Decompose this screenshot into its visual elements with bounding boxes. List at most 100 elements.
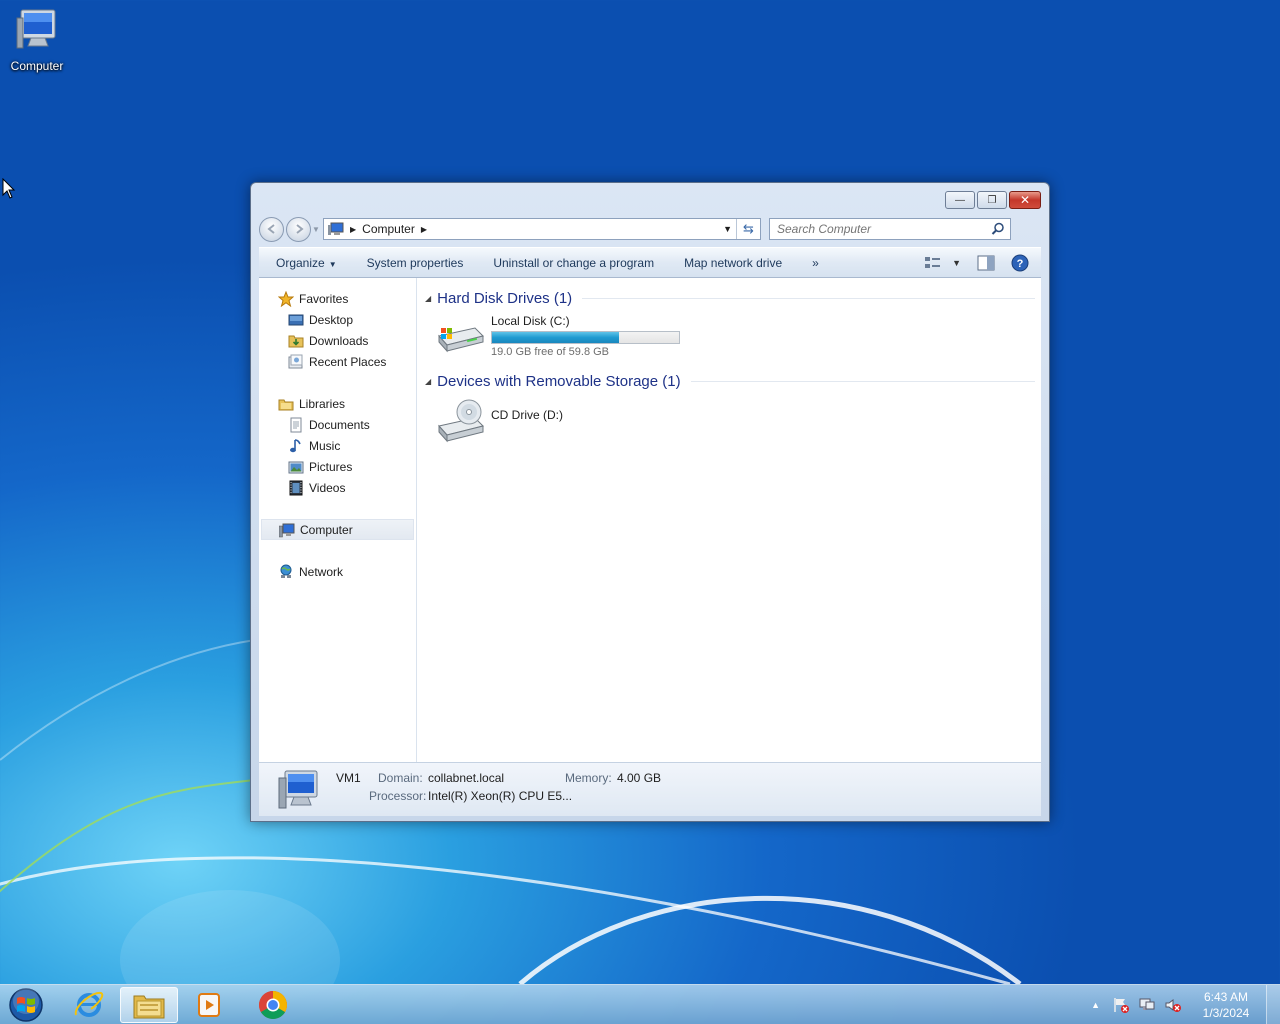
refresh-button[interactable]: ⇆ bbox=[736, 219, 760, 239]
system-tray: ▲ 6:43 AM 1/3/2024 bbox=[1091, 985, 1280, 1024]
nav-computer-label: Computer bbox=[300, 522, 353, 537]
maximize-button[interactable]: ❐ bbox=[977, 191, 1007, 209]
preview-pane-icon[interactable] bbox=[977, 255, 995, 271]
search-box[interactable] bbox=[769, 218, 1011, 240]
nav-network-label: Network bbox=[299, 564, 344, 579]
videos-icon bbox=[288, 480, 304, 496]
content-pane: ◢ Hard Disk Drives (1) Local Disk (C:) 1… bbox=[417, 278, 1041, 762]
nav-videos-label: Videos bbox=[309, 480, 346, 495]
window-body: Favorites Desktop Downloads Recent Place… bbox=[259, 278, 1041, 762]
downloads-folder-icon bbox=[288, 333, 304, 349]
memory-label: Memory: bbox=[565, 771, 612, 785]
nav-libraries[interactable]: Libraries bbox=[259, 393, 416, 414]
nav-pictures-label: Pictures bbox=[309, 459, 353, 474]
libraries-icon bbox=[278, 396, 294, 412]
back-arrow-icon bbox=[266, 224, 275, 234]
network-icon bbox=[278, 564, 294, 580]
drive-name: CD Drive (D:) bbox=[491, 408, 563, 422]
navigation-pane: Favorites Desktop Downloads Recent Place… bbox=[259, 278, 417, 762]
network-status-icon[interactable] bbox=[1138, 996, 1156, 1014]
breadcrumb-arrow-icon[interactable]: ▶ bbox=[421, 225, 427, 234]
taskbar-media-player[interactable] bbox=[180, 987, 238, 1023]
desktop-computer-label: Computer bbox=[10, 59, 64, 73]
organize-button[interactable]: Organize ▼ bbox=[259, 256, 352, 270]
more-commands-button[interactable]: » bbox=[797, 256, 834, 270]
collapse-triangle-icon[interactable]: ◢ bbox=[425, 377, 431, 386]
search-input[interactable] bbox=[777, 222, 977, 236]
help-icon[interactable]: ? bbox=[1011, 254, 1029, 272]
nav-favorites-label: Favorites bbox=[299, 291, 349, 306]
address-bar[interactable]: ▶ Computer ▶ ▼ ⇆ bbox=[323, 218, 761, 240]
group-title-hard-disks: Hard Disk Drives (1) bbox=[437, 290, 573, 307]
taskbar-windows-explorer[interactable] bbox=[120, 987, 178, 1023]
caption-buttons: — ❐ ✕ bbox=[943, 191, 1041, 209]
computer-icon bbox=[16, 9, 56, 49]
command-bar: Organize ▼ System properties Uninstall or… bbox=[259, 247, 1041, 278]
recent-pages-dropdown[interactable]: ▼ bbox=[311, 225, 321, 234]
desktop-computer-icon[interactable]: Computer bbox=[6, 8, 68, 73]
back-button[interactable] bbox=[259, 216, 284, 242]
collapse-triangle-icon[interactable]: ◢ bbox=[425, 294, 431, 303]
show-hidden-icons-button[interactable]: ▲ bbox=[1091, 1000, 1100, 1010]
computer-icon bbox=[278, 770, 318, 809]
forward-button[interactable] bbox=[286, 216, 311, 242]
group-header-removable[interactable]: ◢ Devices with Removable Storage (1) bbox=[425, 373, 1035, 390]
taskbar-chrome[interactable] bbox=[244, 987, 302, 1023]
clock[interactable]: 6:43 AM 1/3/2024 bbox=[1196, 989, 1256, 1021]
taskbar: ▲ 6:43 AM 1/3/2024 bbox=[0, 984, 1280, 1024]
nav-network[interactable]: Network bbox=[259, 561, 416, 582]
start-button[interactable] bbox=[7, 987, 45, 1023]
group-title-removable: Devices with Removable Storage (1) bbox=[437, 373, 681, 390]
breadcrumb-arrow-icon[interactable]: ▶ bbox=[350, 225, 356, 234]
nav-documents[interactable]: Documents bbox=[259, 414, 416, 435]
drive-usage-fill bbox=[492, 332, 620, 343]
map-network-drive-button[interactable]: Map network drive bbox=[669, 256, 797, 270]
view-controls: ▼ ? bbox=[914, 254, 1029, 272]
nav-favorites[interactable]: Favorites bbox=[259, 288, 416, 309]
drive-item-cd-drive[interactable]: CD Drive (D:) bbox=[435, 398, 563, 446]
computer-icon bbox=[328, 222, 344, 235]
change-view-icon[interactable] bbox=[924, 255, 942, 271]
view-dropdown-icon[interactable]: ▼ bbox=[952, 258, 961, 268]
nav-pictures[interactable]: Pictures bbox=[259, 456, 416, 477]
forward-arrow-icon bbox=[295, 224, 304, 234]
processor-value: Intel(R) Xeon(R) CPU E5... bbox=[428, 789, 573, 803]
nav-documents-label: Documents bbox=[309, 417, 370, 432]
drive-name: Local Disk (C:) bbox=[491, 314, 570, 328]
processor-label: Processor: bbox=[369, 789, 427, 803]
breadcrumb-computer[interactable]: Computer bbox=[362, 222, 415, 236]
svg-text:?: ? bbox=[1017, 258, 1024, 270]
nav-music-label: Music bbox=[309, 438, 341, 453]
nav-libraries-label: Libraries bbox=[299, 396, 346, 411]
minimize-button[interactable]: — bbox=[945, 191, 975, 209]
star-icon bbox=[278, 290, 294, 307]
memory-value: 4.00 GB bbox=[617, 771, 662, 785]
nav-videos[interactable]: Videos bbox=[259, 477, 416, 498]
organize-label: Organize bbox=[276, 255, 325, 270]
music-note-icon bbox=[288, 438, 304, 454]
taskbar-internet-explorer[interactable] bbox=[60, 987, 118, 1023]
uninstall-program-button[interactable]: Uninstall or change a program bbox=[478, 256, 669, 270]
show-desktop-button[interactable] bbox=[1266, 985, 1280, 1024]
chrome-icon bbox=[259, 991, 287, 1019]
navigation-bar: ▼ ▶ Computer ▶ ▼ ⇆ bbox=[259, 216, 1041, 242]
system-properties-button[interactable]: System properties bbox=[352, 256, 479, 270]
internet-explorer-icon bbox=[74, 991, 104, 1017]
nav-computer[interactable]: Computer bbox=[261, 519, 414, 540]
drive-item-local-disk[interactable]: Local Disk (C:) 19.0 GB free of 59.8 GB bbox=[435, 314, 680, 358]
group-divider bbox=[690, 381, 1035, 382]
computer-name: VM1 bbox=[336, 771, 361, 785]
close-button[interactable]: ✕ bbox=[1009, 191, 1041, 209]
group-divider bbox=[582, 298, 1035, 299]
drive-free-space: 19.0 GB free of 59.8 GB bbox=[491, 346, 610, 358]
volume-muted-icon[interactable] bbox=[1164, 996, 1182, 1014]
nav-downloads[interactable]: Downloads bbox=[259, 330, 416, 351]
nav-recent-places[interactable]: Recent Places bbox=[259, 351, 416, 372]
group-header-hard-disks[interactable]: ◢ Hard Disk Drives (1) bbox=[425, 290, 1035, 307]
computer-icon bbox=[279, 522, 295, 538]
nav-desktop[interactable]: Desktop bbox=[259, 309, 416, 330]
address-dropdown-icon[interactable]: ▼ bbox=[723, 224, 732, 234]
search-icon[interactable] bbox=[991, 222, 1005, 236]
nav-music[interactable]: Music bbox=[259, 435, 416, 456]
action-center-flag-icon[interactable] bbox=[1112, 996, 1130, 1014]
